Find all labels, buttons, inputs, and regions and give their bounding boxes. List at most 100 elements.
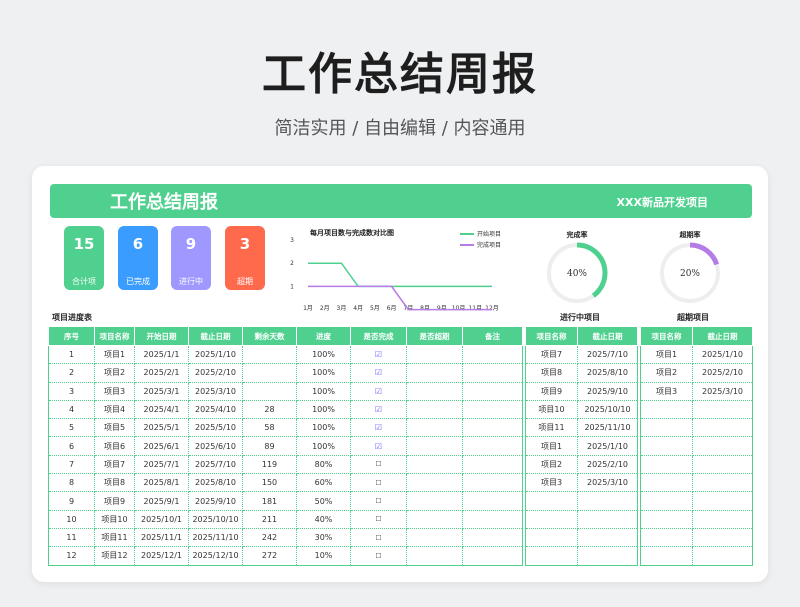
table-cell[interactable] <box>242 363 297 383</box>
table-cell[interactable]: 2025/3/10 <box>577 473 638 493</box>
table-cell[interactable]: 211 <box>242 510 297 529</box>
table-cell[interactable]: 50% <box>296 491 351 511</box>
table-cell[interactable]: 2025/7/10 <box>577 345 638 365</box>
table-cell[interactable] <box>525 546 578 566</box>
table-row[interactable]: 5 项目5 2025/5/1 2025/5/10 58 100% ☑ <box>48 418 523 438</box>
table-cell[interactable] <box>462 363 523 383</box>
table-cell[interactable] <box>640 436 693 456</box>
column-header[interactable]: 截止日期 <box>692 326 753 346</box>
table-cell[interactable]: 2025/2/1 <box>134 363 189 383</box>
table-cell[interactable] <box>525 491 578 511</box>
table-cell[interactable]: ☐ <box>350 546 407 566</box>
table-cell[interactable]: 项目3 <box>640 382 693 401</box>
table-cell[interactable] <box>577 546 638 566</box>
table-cell[interactable]: 2025/9/1 <box>134 491 189 511</box>
table-cell[interactable]: 项目2 <box>525 455 578 475</box>
table-cell[interactable]: 项目12 <box>94 546 135 566</box>
table-row[interactable]: 10 项目10 2025/10/1 2025/10/10 211 40% ☐ <box>48 510 523 529</box>
table-cell[interactable]: 项目8 <box>525 363 578 383</box>
table-cell[interactable] <box>640 546 693 566</box>
table-cell[interactable] <box>242 382 297 401</box>
table-cell[interactable]: 3 <box>48 382 95 401</box>
table-cell[interactable]: 40% <box>296 510 351 529</box>
table-cell[interactable]: 2025/4/1 <box>134 400 189 420</box>
table-cell[interactable]: 2025/12/1 <box>134 546 189 566</box>
table-cell[interactable] <box>462 455 523 475</box>
table-cell[interactable] <box>640 528 693 548</box>
table-cell[interactable]: 项目3 <box>94 382 135 401</box>
table-cell[interactable] <box>640 491 693 511</box>
table-cell[interactable] <box>692 436 753 456</box>
table-cell[interactable]: 2025/7/10 <box>188 455 243 475</box>
column-header[interactable]: 备注 <box>462 326 523 346</box>
table-cell[interactable]: 12 <box>48 546 95 566</box>
table-cell[interactable] <box>462 400 523 420</box>
column-header[interactable]: 剩余天数 <box>242 326 297 346</box>
table-row[interactable]: 9 项目9 2025/9/1 2025/9/10 181 50% ☐ <box>48 491 523 511</box>
table-cell[interactable]: 28 <box>242 400 297 420</box>
table-row[interactable]: 2 项目2 2025/2/1 2025/2/10 100% ☑ <box>48 363 523 383</box>
table-cell[interactable]: 项目10 <box>525 400 578 420</box>
table-row[interactable]: 11 项目11 2025/11/1 2025/11/10 242 30% ☐ <box>48 528 523 548</box>
table-cell[interactable]: 2025/10/1 <box>134 510 189 529</box>
table-cell[interactable]: 2025/5/1 <box>134 418 189 438</box>
table-cell[interactable]: 项目3 <box>525 473 578 493</box>
table-cell[interactable] <box>462 473 523 493</box>
table-cell[interactable] <box>406 418 463 438</box>
table-cell[interactable]: 5 <box>48 418 95 438</box>
table-row[interactable]: 项目11 2025/11/10 <box>525 418 638 438</box>
table-cell[interactable]: 2025/3/10 <box>692 382 753 401</box>
table-cell[interactable]: 项目8 <box>94 473 135 493</box>
table-cell[interactable]: 10 <box>48 510 95 529</box>
table-cell[interactable]: 2025/2/10 <box>188 363 243 383</box>
table-cell[interactable] <box>462 418 523 438</box>
table-row[interactable]: 8 项目8 2025/8/1 2025/8/10 150 60% ☐ <box>48 473 523 493</box>
table-cell[interactable]: 100% <box>296 436 351 456</box>
table-cell[interactable]: 11 <box>48 528 95 548</box>
table-cell[interactable]: ☑ <box>350 382 407 401</box>
table-row[interactable] <box>525 491 638 511</box>
table-cell[interactable]: 119 <box>242 455 297 475</box>
table-cell[interactable] <box>406 363 463 383</box>
table-cell[interactable] <box>640 510 693 529</box>
table-row[interactable] <box>640 455 753 475</box>
table-row[interactable]: 项目1 2025/1/10 <box>525 436 638 456</box>
table-cell[interactable]: 2025/8/1 <box>134 473 189 493</box>
table-cell[interactable] <box>640 418 693 438</box>
table-cell[interactable]: 2025/8/10 <box>188 473 243 493</box>
table-row[interactable] <box>640 546 753 566</box>
table-cell[interactable] <box>692 510 753 529</box>
table-cell[interactable] <box>406 455 463 475</box>
table-cell[interactable]: 2025/10/10 <box>577 400 638 420</box>
column-header[interactable]: 是否完成 <box>350 326 407 346</box>
table-cell[interactable]: 2025/8/10 <box>577 363 638 383</box>
table-cell[interactable]: 2025/6/10 <box>188 436 243 456</box>
table-row[interactable] <box>525 528 638 548</box>
table-row[interactable]: 项目2 2025/2/10 <box>525 455 638 475</box>
table-cell[interactable]: ☐ <box>350 455 407 475</box>
table-cell[interactable]: 2025/12/10 <box>188 546 243 566</box>
table-cell[interactable]: 7 <box>48 455 95 475</box>
table-cell[interactable]: 2025/10/10 <box>188 510 243 529</box>
table-cell[interactable]: 100% <box>296 382 351 401</box>
table-cell[interactable]: 项目9 <box>94 491 135 511</box>
table-row[interactable]: 3 项目3 2025/3/1 2025/3/10 100% ☑ <box>48 382 523 401</box>
table-cell[interactable]: 60% <box>296 473 351 493</box>
table-cell[interactable]: 2025/6/1 <box>134 436 189 456</box>
table-cell[interactable] <box>692 418 753 438</box>
table-cell[interactable] <box>406 510 463 529</box>
table-cell[interactable] <box>406 436 463 456</box>
table-cell[interactable]: 2025/4/10 <box>188 400 243 420</box>
table-cell[interactable]: 2025/7/1 <box>134 455 189 475</box>
table-cell[interactable]: ☑ <box>350 418 407 438</box>
table-cell[interactable] <box>692 473 753 493</box>
table-cell[interactable]: 项目1 <box>640 345 693 365</box>
table-cell[interactable] <box>577 528 638 548</box>
table-cell[interactable] <box>406 400 463 420</box>
table-cell[interactable]: ☐ <box>350 473 407 493</box>
table-row[interactable] <box>640 418 753 438</box>
table-cell[interactable]: 项目11 <box>94 528 135 548</box>
table-cell[interactable]: 项目5 <box>94 418 135 438</box>
table-row[interactable]: 项目3 2025/3/10 <box>640 382 753 401</box>
table-cell[interactable] <box>462 436 523 456</box>
